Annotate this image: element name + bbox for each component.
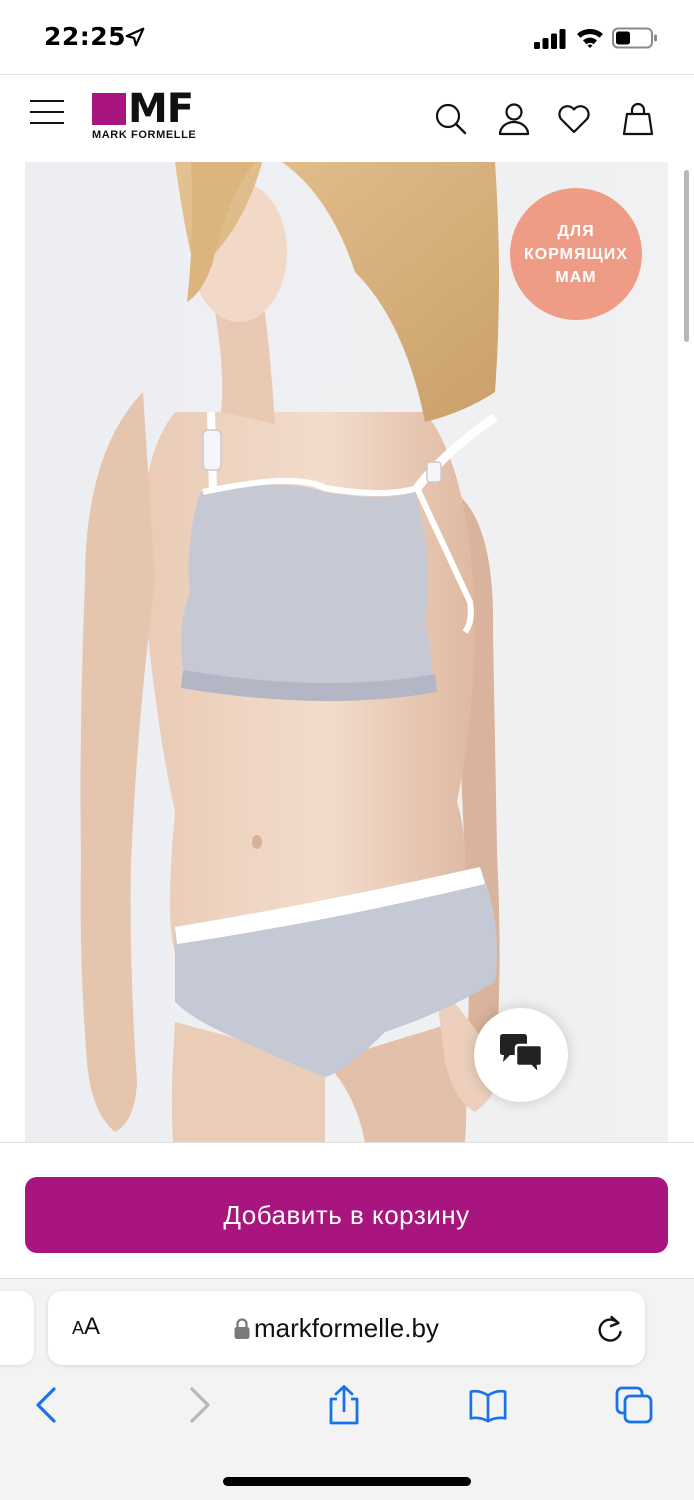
chat-bubbles-icon [500, 1034, 544, 1076]
battery-icon [612, 27, 657, 49]
wifi-icon [577, 28, 603, 48]
browser-toolbar: AA markformelle.by [0, 1278, 694, 1500]
page-settings-button[interactable]: AA [72, 1313, 100, 1341]
logo-subtitle: MARK FORMELLE [92, 129, 197, 141]
tabs-icon[interactable] [614, 1385, 654, 1425]
shopping-bag-icon[interactable] [620, 101, 656, 137]
menu-icon[interactable] [30, 99, 64, 125]
badge-line-1: ДЛЯ [557, 222, 595, 240]
status-bar: 22:25 [0, 0, 694, 74]
share-icon[interactable] [324, 1385, 364, 1425]
logo-letters: MF [128, 86, 194, 132]
reload-icon[interactable] [596, 1314, 624, 1344]
chat-button[interactable] [474, 1008, 568, 1102]
bookmarks-icon[interactable] [468, 1385, 508, 1425]
status-time: 22:25 [44, 22, 127, 51]
wishlist-heart-icon[interactable] [556, 101, 592, 137]
aa-large-letter: A [84, 1313, 101, 1340]
forward-icon[interactable] [178, 1385, 218, 1425]
badge-line-3: МАМ [555, 268, 597, 286]
site-header: MF MARK FORMELLE [0, 74, 694, 156]
page-scroll-indicator[interactable] [684, 170, 689, 342]
cellular-signal-icon [534, 29, 566, 49]
nursing-mothers-badge: ДЛЯ КОРМЯЩИХ МАМ [510, 188, 642, 320]
back-icon[interactable] [28, 1385, 68, 1425]
aa-small-letter: A [72, 1318, 85, 1338]
previous-tab-preview[interactable] [0, 1291, 34, 1365]
url-text: markformelle.by [254, 1313, 439, 1343]
lock-icon [234, 1317, 250, 1339]
search-icon[interactable] [432, 101, 468, 137]
add-to-cart-bar: Добавить в корзину [0, 1142, 694, 1278]
address-bar[interactable]: AA markformelle.by [48, 1291, 645, 1365]
home-indicator[interactable] [223, 1477, 471, 1486]
url-display[interactable]: markformelle.by [234, 1313, 439, 1344]
account-icon[interactable] [496, 101, 532, 137]
badge-line-2: КОРМЯЩИХ [524, 245, 628, 263]
mark-formelle-logo[interactable]: MF MARK FORMELLE [92, 89, 222, 143]
add-to-cart-button[interactable]: Добавить в корзину [25, 1177, 668, 1253]
logo-square [92, 93, 126, 125]
location-arrow-icon [125, 27, 145, 47]
